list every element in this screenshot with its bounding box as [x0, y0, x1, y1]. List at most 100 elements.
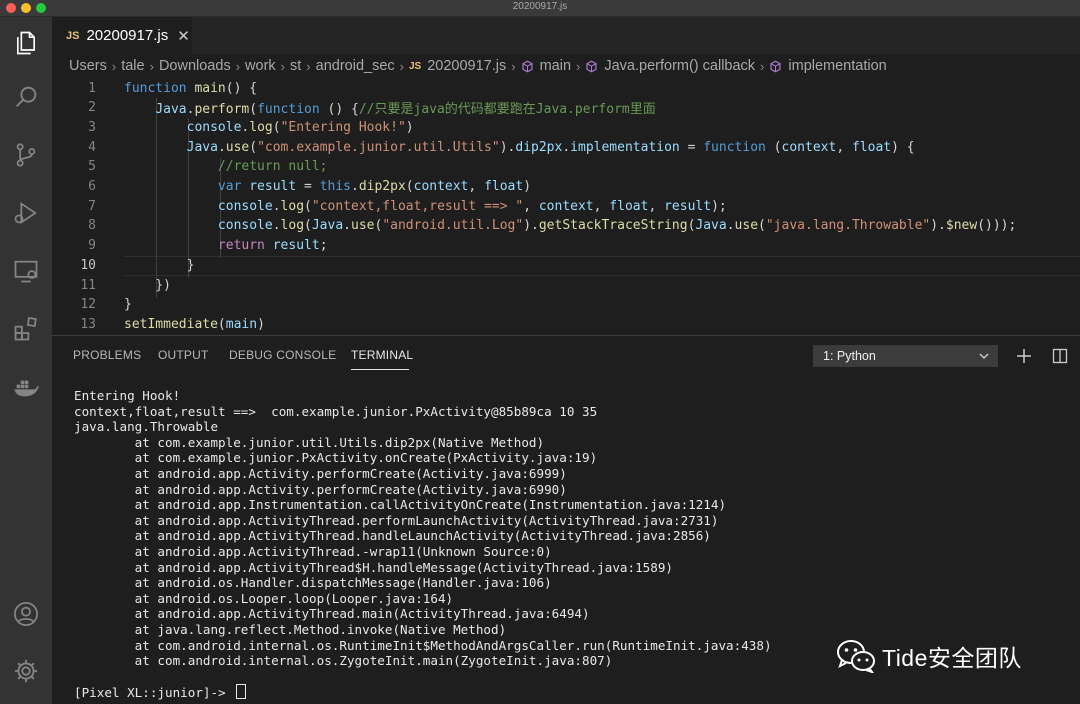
close-tab-icon[interactable]: ✕	[177, 27, 190, 45]
code-token: .	[343, 218, 351, 234]
breadcrumb-symbol[interactable]: implementation	[788, 58, 886, 74]
code-token: ,	[836, 139, 852, 155]
breadcrumb-file[interactable]: 20200917.js	[427, 58, 506, 74]
line-number: 4	[88, 139, 96, 155]
code-line[interactable]: 2 Java.perform(function () {//只要是java的代码…	[52, 98, 1080, 118]
tab-problems[interactable]: PROBLEMS	[73, 348, 141, 362]
code-token: ,	[468, 179, 485, 194]
remote-explorer-icon[interactable]	[0, 247, 52, 295]
breadcrumb-item[interactable]: Users	[69, 58, 107, 74]
code-line[interactable]: 6 var result = this.dip2px(context, floa…	[52, 177, 1080, 197]
terminal-line: at android.os.Looper.loop(Looper.java:16…	[74, 590, 454, 606]
new-terminal-button[interactable]	[1012, 344, 1036, 368]
breadcrumb-item[interactable]: Downloads	[159, 58, 231, 74]
code-line[interactable]: 3 console.log("Entering Hook!")	[52, 117, 1080, 137]
code-line[interactable]: 13 setImmediate(main)	[52, 314, 1080, 334]
code-line[interactable]: 5 //return null;	[52, 157, 1080, 177]
code-token: =	[296, 179, 320, 194]
extensions-icon[interactable]	[0, 305, 52, 353]
code-token: ).	[523, 218, 539, 234]
code-editor[interactable]: 1 function main() {2 Java.perform(functio…	[52, 78, 1080, 334]
code-token: (	[249, 102, 258, 118]
breadcrumb-item[interactable]: android_sec	[316, 58, 395, 74]
terminal-line: at com.example.junior.util.Utils.dip2px(…	[74, 434, 545, 450]
chevron-right-icon: ›	[306, 58, 311, 74]
code-token: (	[249, 139, 258, 155]
terminal-cursor	[236, 684, 247, 699]
terminal-line: at android.app.ActivityThread$H.handleMe…	[74, 559, 673, 575]
window-title: 20200917.js	[512, 1, 568, 12]
account-icon[interactable]	[0, 590, 52, 638]
tab-terminal[interactable]: TERMINAL	[351, 348, 413, 362]
code-line[interactable]: 10 }	[52, 255, 1080, 275]
code-token: ) {	[891, 139, 915, 155]
code-line[interactable]: 7 console.log("context,float,result ==> …	[52, 196, 1080, 216]
source-control-icon[interactable]	[0, 131, 52, 179]
code-line[interactable]: 8 console.log(Java.use("android.util.Log…	[52, 216, 1080, 236]
code-line[interactable]: 1 function main() {	[52, 78, 1080, 98]
code-token: );	[711, 198, 727, 214]
code-text: setImmediate(main)	[124, 317, 265, 332]
code-token: log	[280, 218, 305, 234]
code-text: return result;	[124, 238, 328, 253]
line-number: 3	[88, 119, 96, 135]
code-line[interactable]: 11 })	[52, 275, 1080, 295]
code-token: use	[734, 218, 759, 234]
chevron-right-icon: ›	[149, 58, 154, 74]
code-token: "com.example.junior.util.Utils"	[257, 139, 500, 155]
terminal-select[interactable]: 1: Python	[813, 345, 998, 367]
line-number: 5	[88, 159, 96, 175]
terminal-line: context,float,result ==> com.example.jun…	[74, 403, 598, 419]
code-line[interactable]: 12}	[52, 295, 1080, 315]
terminal-line: Entering Hook!	[74, 388, 181, 403]
code-token: //return null;	[217, 159, 328, 175]
tab-debug-console[interactable]: DEBUG CONSOLE	[229, 348, 336, 362]
code-token: (	[217, 316, 226, 332]
breadcrumb-item[interactable]: st	[290, 58, 301, 74]
code-text: }	[124, 297, 132, 312]
code-text: //return null;	[124, 159, 328, 174]
files-icon[interactable]	[0, 19, 52, 67]
run-debug-icon[interactable]	[0, 189, 52, 237]
tab-20200917-js[interactable]: JS 20200917.js ✕	[52, 17, 192, 54]
code-token: log	[280, 198, 305, 214]
watermark-text: Tide安全团队	[882, 645, 1022, 671]
code-token: result	[272, 238, 320, 254]
code-line[interactable]: 4 Java.use("com.example.junior.util.Util…	[52, 137, 1080, 157]
code-token: ;	[319, 238, 328, 254]
code-token: ()));	[977, 218, 1017, 234]
terminal-output[interactable]: Entering Hook! context,float,result ==> c…	[74, 388, 772, 669]
breadcrumb-symbol[interactable]: main	[540, 58, 571, 74]
code-line[interactable]: 9 return result;	[52, 236, 1080, 256]
code-token: .	[272, 198, 281, 214]
code-token: "Entering Hook!"	[280, 119, 406, 135]
line-number: 10	[80, 257, 96, 273]
breadcrumb-item[interactable]: tale	[121, 58, 144, 74]
code-token: (	[304, 198, 312, 214]
code-token: Java	[155, 102, 187, 118]
code-token: )	[257, 316, 265, 332]
split-terminal-button[interactable]	[1048, 344, 1072, 368]
breadcrumb-symbol[interactable]: Java.perform() callback	[604, 58, 755, 74]
settings-gear-icon[interactable]	[0, 647, 52, 695]
active-tab-indicator	[351, 369, 409, 370]
search-icon[interactable]	[0, 73, 52, 121]
line-number: 1	[88, 80, 96, 96]
chevron-right-icon: ›	[111, 58, 117, 74]
terminal-prompt[interactable]: [Pixel XL::junior]->	[74, 684, 247, 700]
code-token: .	[217, 139, 226, 155]
docker-icon[interactable]	[0, 363, 52, 411]
prompt-text: [Pixel XL::junior]->	[74, 685, 234, 700]
code-token: main	[194, 80, 226, 96]
line-number: 12	[80, 297, 96, 313]
terminal-line: at android.app.ActivityThread.main(Activ…	[74, 606, 590, 622]
code-token: .	[562, 139, 571, 155]
breadcrumb-item[interactable]: work	[245, 58, 276, 74]
tab-output[interactable]: OUTPUT	[158, 348, 209, 362]
code-token: (	[758, 218, 766, 234]
plus-icon	[1017, 349, 1031, 363]
